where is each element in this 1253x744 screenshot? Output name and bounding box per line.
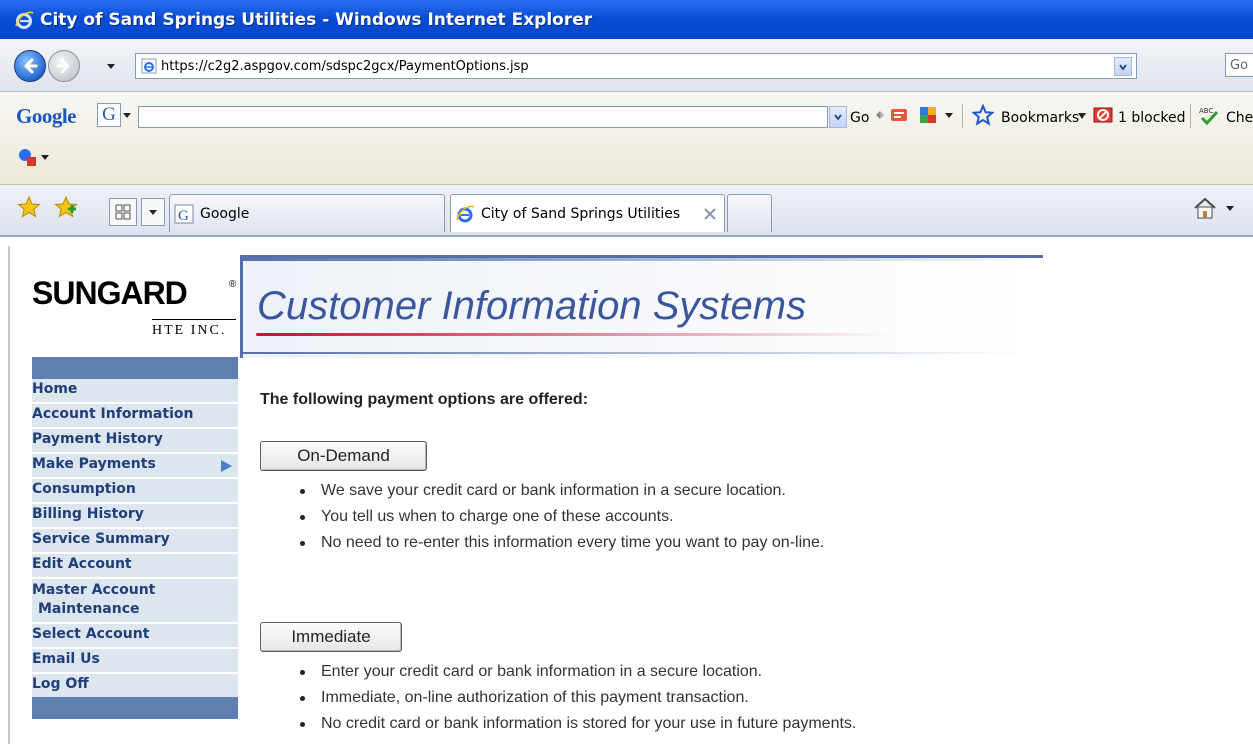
window-title-bar: City of Sand Springs Utilities - Windows… — [0, 0, 1253, 39]
sidebar-footer-bar — [32, 697, 238, 719]
sidebar-item-label: Master Account — [32, 582, 156, 598]
sidebar-item-master-account-maintenance[interactable]: Master Account Maintenance — [32, 579, 238, 624]
tab-google[interactable]: G Google — [169, 194, 445, 232]
google-go-button[interactable]: Go — [850, 110, 869, 126]
chevron-down-icon[interactable] — [40, 152, 50, 162]
new-tab-button[interactable] — [727, 194, 772, 232]
on-demand-button[interactable]: On-Demand — [260, 441, 427, 471]
sidebar-item-account-information[interactable]: Account Information — [32, 404, 238, 429]
url-field[interactable]: https://c2g2.aspgov.com/sdspc2gcx/Paymen… — [135, 53, 1137, 79]
immediate-features: Enter your credit card or bank informati… — [299, 659, 856, 737]
sidebar-item-service-summary[interactable]: Service Summary — [32, 529, 238, 554]
back-arrow-icon — [24, 58, 38, 74]
banner-bottom-rule — [243, 352, 1023, 354]
chevron-down-icon — [834, 114, 842, 121]
play-arrow-icon — [221, 460, 232, 472]
sidebar-item-label: Make Payments — [32, 456, 156, 472]
chevron-down-icon — [1119, 63, 1127, 70]
tab-city-of-sand-springs[interactable]: City of Sand Springs Utilities — [450, 194, 725, 232]
address-bar: https://c2g2.aspgov.com/sdspc2gcx/Paymen… — [0, 39, 1253, 120]
google-favicon-icon: G — [174, 204, 194, 224]
popup-blocker-icon[interactable] — [1092, 104, 1114, 126]
tab-title: Google — [200, 205, 250, 222]
popups-blocked-count[interactable]: 1 blocked — [1118, 110, 1186, 126]
quick-tabs-button[interactable] — [109, 198, 137, 226]
spellcheck-icon[interactable]: ABC — [1198, 104, 1220, 126]
list-item: Immediate, on-line authorization of this… — [299, 685, 856, 711]
tab-close-icon[interactable] — [703, 207, 717, 221]
grid-icon — [115, 204, 131, 220]
toolbar-separator — [1190, 104, 1191, 128]
home-icon[interactable] — [1192, 196, 1218, 220]
sidebar-item-payment-history[interactable]: Payment History — [32, 429, 238, 454]
ie-page-icon — [456, 205, 475, 222]
banner-underline — [256, 333, 896, 336]
forward-arrow-icon — [56, 58, 70, 74]
registered-mark: ® — [229, 279, 237, 290]
bookmarks-button[interactable]: Bookmarks — [1001, 110, 1079, 126]
google-menu-button[interactable]: G — [97, 103, 121, 127]
list-item: You tell us when to charge one of these … — [299, 504, 824, 530]
sidebar-item-email-us[interactable]: Email Us — [32, 649, 238, 674]
google-g-icon: G — [102, 104, 116, 125]
banner-title: Customer Information Systems — [257, 284, 807, 328]
list-item: No credit card or bank information is st… — [299, 711, 856, 737]
google-search-input[interactable] — [138, 106, 828, 128]
google-search-dropdown[interactable] — [829, 106, 847, 128]
sungard-subtitle: HTE INC. — [152, 323, 227, 338]
tab-list-button[interactable] — [141, 198, 165, 226]
add-favorites-icon[interactable] — [54, 195, 78, 219]
window-title: City of Sand Springs Utilities - Windows… — [40, 9, 593, 30]
chevron-down-icon — [149, 210, 157, 215]
page-left-border — [8, 246, 10, 744]
ie-logo-icon — [15, 11, 34, 29]
puzzle-icon[interactable] — [917, 104, 939, 126]
immediate-button[interactable]: Immediate — [260, 622, 402, 652]
url-dropdown-button[interactable] — [1114, 57, 1132, 76]
sidebar-item-make-payments[interactable]: Make Payments — [32, 454, 238, 479]
recent-pages-dropdown-icon[interactable] — [104, 59, 118, 73]
page-ie-icon — [141, 58, 157, 74]
logo-divider — [152, 319, 236, 320]
arrows-icon[interactable] — [874, 106, 886, 124]
chevron-down-icon[interactable] — [1077, 112, 1087, 120]
svg-text:G: G — [178, 208, 189, 224]
chevron-down-icon[interactable] — [944, 110, 954, 120]
chevron-down-icon[interactable] — [122, 110, 132, 120]
payment-options-heading: The following payment options are offere… — [260, 391, 589, 408]
spellcheck-button[interactable]: Check — [1226, 110, 1253, 126]
chevron-down-icon[interactable] — [1225, 203, 1235, 213]
news-icon[interactable] — [888, 104, 910, 126]
url-text[interactable]: https://c2g2.aspgov.com/sdspc2gcx/Paymen… — [161, 59, 529, 74]
favorites-star-icon[interactable] — [17, 195, 41, 219]
list-item: Enter your credit card or bank informati… — [299, 659, 856, 685]
sidebar-item-consumption[interactable]: Consumption — [32, 479, 238, 504]
star-icon[interactable] — [972, 104, 994, 126]
google-logo: Google — [16, 104, 77, 129]
sungard-wordmark: SUNGARD — [32, 275, 188, 311]
sidebar-header-bar — [32, 357, 238, 379]
tab-title: City of Sand Springs Utilities — [481, 205, 681, 222]
sidebar-item-billing-history[interactable]: Billing History — [32, 504, 238, 529]
sidebar-item-home[interactable]: Home — [32, 379, 238, 404]
translate-icon[interactable] — [16, 146, 38, 168]
sidebar-item-edit-account[interactable]: Edit Account — [32, 554, 238, 579]
svg-text:ABC: ABC — [1199, 107, 1213, 115]
back-button[interactable] — [14, 50, 46, 82]
sungard-logo: SUNGARD ® HTE INC. — [32, 275, 236, 345]
on-demand-features: We save your credit card or bank informa… — [299, 478, 824, 556]
sidebar-item-label-line2: Maintenance — [38, 601, 140, 617]
toolbar-separator — [962, 104, 963, 128]
sidebar-nav: Home Account Information Payment History… — [32, 379, 238, 699]
search-input[interactable]: Go — [1225, 53, 1253, 77]
forward-button[interactable] — [48, 50, 80, 82]
list-item: No need to re-enter this information eve… — [299, 530, 824, 556]
google-logo-text: Google — [16, 104, 77, 128]
sidebar-item-log-off[interactable]: Log Off — [32, 674, 238, 699]
sidebar-item-select-account[interactable]: Select Account — [32, 624, 238, 649]
list-item: We save your credit card or bank informa… — [299, 478, 824, 504]
